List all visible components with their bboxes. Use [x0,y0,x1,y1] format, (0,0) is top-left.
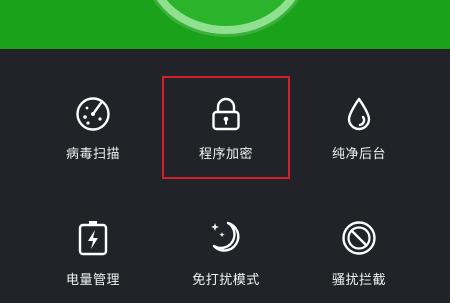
feature-grid: 病毒扫描 程序加密 纯净后台 电量管理 免打扰模式 骚扰拦截 [0,49,450,300]
header-banner [0,0,450,49]
feature-label: 纯净后台 [331,147,386,162]
moon-stars-icon [205,217,247,259]
feature-label: 电量管理 [65,273,120,288]
feature-app-lock[interactable]: 程序加密 [156,49,296,162]
water-drop-icon [338,95,380,133]
feature-do-not-disturb[interactable]: 免打扰模式 [156,193,296,303]
feature-label: 免打扰模式 [192,273,260,288]
lock-icon [205,95,247,133]
feature-harassment-block[interactable]: 骚扰拦截 [289,193,429,303]
block-icon [338,217,380,259]
feature-label: 程序加密 [198,147,253,162]
feature-label: 骚扰拦截 [331,273,386,288]
scan-circle-button[interactable] [146,0,306,34]
battery-icon [72,217,114,259]
feature-clean-background[interactable]: 纯净后台 [289,49,429,162]
feature-label: 病毒扫描 [65,147,120,162]
feature-power-management[interactable]: 电量管理 [23,193,163,303]
feature-virus-scan[interactable]: 病毒扫描 [23,49,163,162]
radar-scan-icon [72,95,114,133]
